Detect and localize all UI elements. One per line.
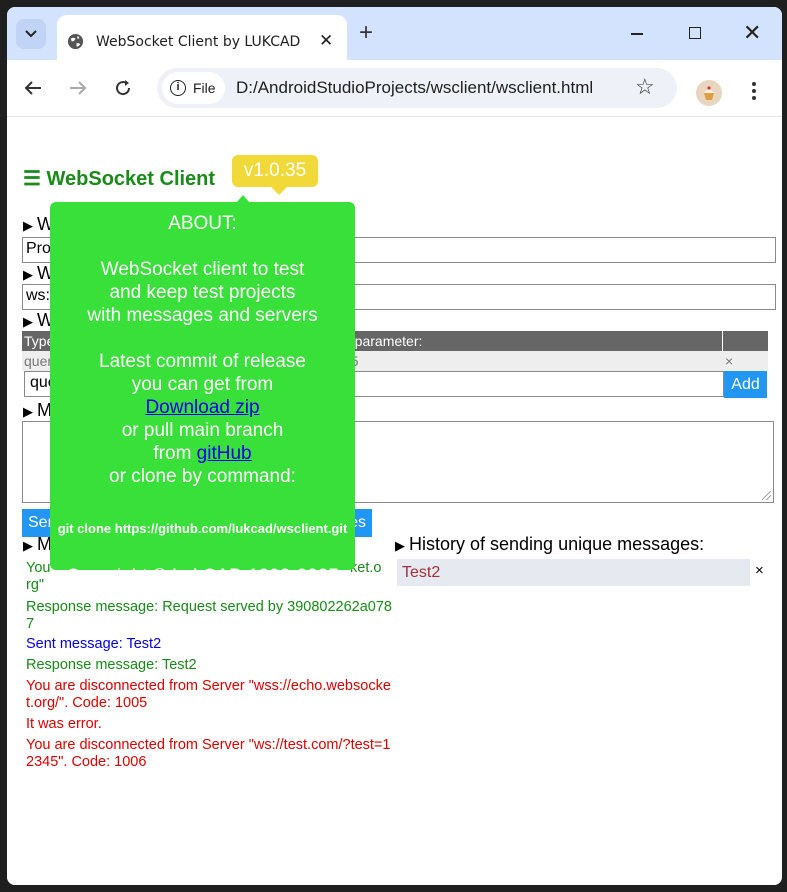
about-clone-line: or clone by command: bbox=[109, 466, 296, 487]
param-remove-icon[interactable]: × bbox=[725, 353, 733, 369]
maximize-icon[interactable] bbox=[689, 27, 701, 39]
window-close-icon[interactable]: ✕ bbox=[743, 20, 761, 46]
about-desc-line: and keep test projects bbox=[109, 282, 296, 303]
forward-icon[interactable] bbox=[66, 76, 90, 100]
log-section-toggle[interactable]: ▶ M bbox=[23, 534, 52, 555]
profile-avatar[interactable] bbox=[696, 80, 722, 106]
active-tab[interactable]: WebSocket Client by LUKCAD ✕ bbox=[57, 15, 347, 60]
about-latest-line: you can get from bbox=[131, 374, 274, 395]
back-icon[interactable] bbox=[21, 76, 45, 100]
log-entry: Response message: Test2 bbox=[26, 657, 197, 673]
download-zip-link[interactable]: Download zip bbox=[145, 397, 259, 418]
new-tab-icon[interactable]: + bbox=[359, 21, 373, 45]
tab-search-button[interactable] bbox=[16, 19, 46, 49]
app-title[interactable]: ☰ WebSocket Client bbox=[23, 166, 215, 191]
globe-icon bbox=[67, 33, 84, 50]
info-icon: i bbox=[170, 80, 186, 96]
triangle-right-icon: ▶ bbox=[23, 538, 33, 553]
history-section-toggle[interactable]: ▶ History of sending unique messages: bbox=[395, 534, 704, 555]
url-text[interactable]: D:/AndroidStudioProjects/wsclient/wsclie… bbox=[236, 78, 593, 98]
tab-title: WebSocket Client by LUKCAD bbox=[96, 34, 301, 50]
history-item[interactable]: Test2 bbox=[397, 559, 750, 586]
triangle-right-icon: ▶ bbox=[395, 538, 405, 553]
resize-grip-icon[interactable] bbox=[762, 491, 771, 500]
log-entry: You are disconnected from Server "ws://t… bbox=[26, 737, 391, 770]
tab-strip: WebSocket Client by LUKCAD ✕ + ✕ bbox=[7, 7, 782, 60]
about-desc-line: with messages and servers bbox=[87, 305, 318, 326]
browser-window: WebSocket Client by LUKCAD ✕ + ✕ i File … bbox=[7, 7, 782, 885]
triangle-right-icon: ▶ bbox=[23, 267, 33, 282]
log-entry: It was error. bbox=[26, 716, 102, 732]
triangle-right-icon: ▶ bbox=[23, 404, 33, 419]
about-heading: ABOUT: bbox=[168, 213, 237, 234]
log-entry: You are disconnected from Server "wss://… bbox=[26, 678, 391, 711]
version-badge[interactable]: v1.0.35 bbox=[232, 155, 318, 187]
triangle-right-icon: ▶ bbox=[23, 314, 33, 329]
close-tab-icon[interactable]: ✕ bbox=[319, 31, 333, 51]
param-type-cell: quer bbox=[24, 353, 53, 369]
site-info-chip[interactable]: i File bbox=[162, 72, 225, 104]
history-remove-icon[interactable]: × bbox=[755, 562, 764, 579]
chip-label: File bbox=[193, 80, 216, 96]
bookmark-star-icon[interactable]: ☆ bbox=[635, 76, 655, 98]
triangle-right-icon: ▶ bbox=[23, 218, 33, 233]
about-pull-line: or pull main branch bbox=[121, 420, 284, 441]
minimize-icon[interactable] bbox=[631, 33, 643, 35]
cupcake-icon bbox=[704, 86, 714, 100]
about-from-text: from bbox=[153, 443, 197, 464]
chevron-down-icon bbox=[25, 30, 37, 38]
clone-command[interactable]: git clone https://github.com/lukcad/wscl… bbox=[50, 517, 355, 540]
log-entry: Sent message: Test2 bbox=[26, 636, 162, 652]
menu-kebab-icon[interactable] bbox=[752, 82, 756, 103]
reload-icon[interactable] bbox=[111, 76, 135, 100]
copyright-text: Copyright © LukCAD 1992-2025 bbox=[66, 566, 339, 587]
log-entry-fragment: ket.o bbox=[350, 560, 382, 576]
add-param-button[interactable]: Add bbox=[724, 371, 767, 398]
about-desc-line: WebSocket client to test bbox=[100, 259, 305, 280]
about-latest-line: Latest commit of release bbox=[99, 351, 306, 372]
header-divider bbox=[722, 331, 723, 351]
about-popup: ABOUT: WebSocket client to test and keep… bbox=[50, 202, 355, 587]
app-title-text: WebSocket Client bbox=[46, 168, 216, 190]
github-link[interactable]: gitHub bbox=[197, 443, 252, 464]
message-section-toggle[interactable]: ▶ M bbox=[23, 400, 52, 421]
browser-toolbar: i File D:/AndroidStudioProjects/wsclient… bbox=[7, 60, 782, 117]
page-content: ☰ WebSocket Client v1.0.35 ▶ W Pro ▶ W ws:… bbox=[7, 118, 782, 885]
log-entry: Response message: Request served by 3908… bbox=[26, 599, 392, 632]
history-title: History of sending unique messages: bbox=[409, 534, 705, 554]
address-bar[interactable]: i File D:/AndroidStudioProjects/wsclient… bbox=[157, 68, 677, 108]
about-from-line: from gitHub bbox=[50, 442, 355, 465]
version-badge-pointer bbox=[271, 187, 287, 195]
hamburger-icon[interactable]: ☰ bbox=[23, 168, 41, 190]
